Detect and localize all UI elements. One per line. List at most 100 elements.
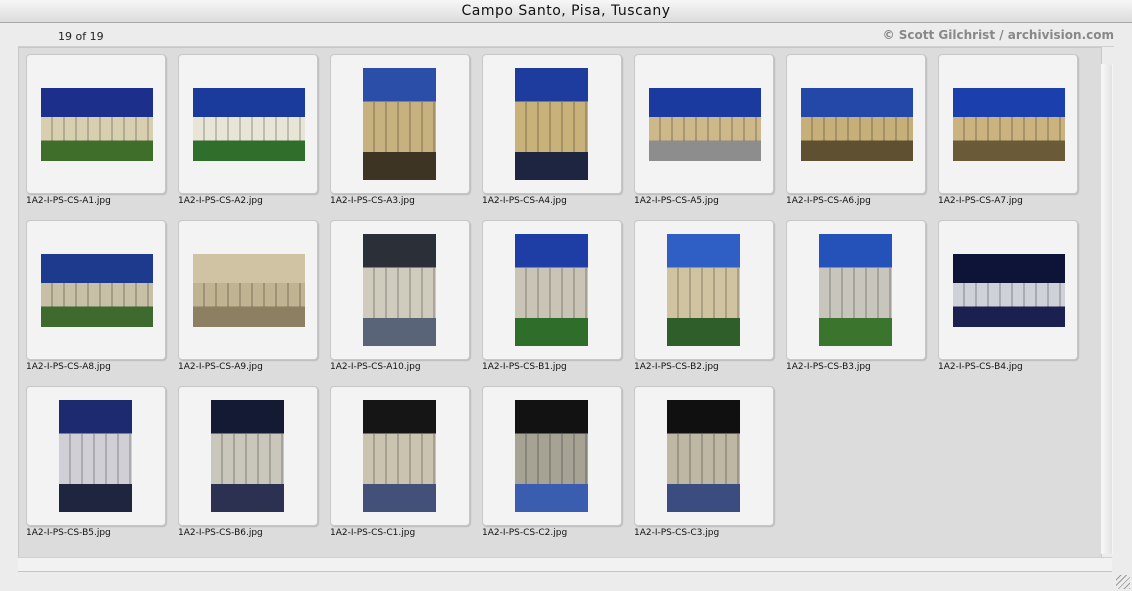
photo-detail — [953, 117, 1065, 141]
thumbnail-image — [59, 400, 132, 512]
thumbnail-filename: 1A2-I-PS-CS-B5.jpg — [26, 528, 111, 538]
thumbnail-item[interactable]: 1A2-I-PS-CS-B6.jpg — [178, 386, 318, 541]
thumbnail-image — [363, 68, 436, 180]
thumbnail-item[interactable]: 1A2-I-PS-CS-A8.jpg — [26, 220, 166, 375]
slide-mount[interactable] — [938, 220, 1078, 360]
photo-detail — [363, 101, 436, 152]
photo-detail — [667, 433, 740, 484]
thumbnail-filename: 1A2-I-PS-CS-A5.jpg — [634, 196, 719, 206]
slide-mount[interactable] — [330, 54, 470, 194]
thumbnail-item[interactable]: 1A2-I-PS-CS-C2.jpg — [482, 386, 622, 541]
photo-detail — [211, 433, 284, 484]
thumbnail-filename: 1A2-I-PS-CS-B2.jpg — [634, 362, 719, 372]
copyright-credit: © Scott Gilchrist / archivision.com — [882, 28, 1114, 42]
thumbnail-image — [953, 88, 1065, 161]
thumbnail-image — [193, 254, 305, 327]
thumbnail-item[interactable]: 1A2-I-PS-CS-B5.jpg — [26, 386, 166, 541]
slide-mount[interactable] — [330, 386, 470, 526]
photo-detail — [801, 117, 913, 141]
thumbnail-item[interactable]: 1A2-I-PS-CS-A9.jpg — [178, 220, 318, 375]
slide-mount[interactable] — [178, 54, 318, 194]
thumbnail-image — [801, 88, 913, 161]
thumbnail-image — [363, 400, 436, 512]
photo-detail — [59, 433, 132, 484]
thumbnail-filename: 1A2-I-PS-CS-C3.jpg — [634, 528, 720, 538]
thumbnail-image — [515, 68, 588, 180]
slide-mount[interactable] — [482, 220, 622, 360]
slide-mount[interactable] — [178, 386, 318, 526]
thumbnail-filename: 1A2-I-PS-CS-A3.jpg — [330, 196, 415, 206]
vertical-scroll-thumb[interactable] — [1102, 64, 1112, 554]
thumbnail-image — [819, 234, 892, 346]
slide-mount[interactable] — [26, 54, 166, 194]
photo-detail — [515, 433, 588, 484]
slide-mount[interactable] — [26, 220, 166, 360]
photo-detail — [953, 283, 1065, 307]
slide-mount[interactable] — [482, 54, 622, 194]
thumbnail-image — [363, 234, 436, 346]
thumbnail-item[interactable]: 1A2-I-PS-CS-A2.jpg — [178, 54, 318, 209]
resize-grip-icon[interactable] — [1116, 575, 1130, 589]
thumbnail-item[interactable]: 1A2-I-PS-CS-B3.jpg — [786, 220, 926, 375]
photo-detail — [193, 117, 305, 141]
image-counter: 19 of 19 — [58, 30, 104, 43]
photo-detail — [193, 283, 305, 307]
thumbnail-filename: 1A2-I-PS-CS-B4.jpg — [938, 362, 1023, 372]
thumbnail-image — [649, 88, 761, 161]
photo-detail — [667, 267, 740, 318]
thumbnail-filename: 1A2-I-PS-CS-A10.jpg — [330, 362, 421, 372]
thumbnail-item[interactable]: 1A2-I-PS-CS-A10.jpg — [330, 220, 470, 375]
thumbnail-item[interactable]: 1A2-I-PS-CS-A3.jpg — [330, 54, 470, 209]
photo-detail — [819, 267, 892, 318]
thumbnail-filename: 1A2-I-PS-CS-B6.jpg — [178, 528, 263, 538]
thumbnail-item[interactable]: 1A2-I-PS-CS-A4.jpg — [482, 54, 622, 209]
thumbnail-item[interactable]: 1A2-I-PS-CS-A7.jpg — [938, 54, 1078, 209]
thumbnail-image — [515, 234, 588, 346]
window-title: Campo Santo, Pisa, Tuscany — [461, 3, 671, 19]
thumbnail-filename: 1A2-I-PS-CS-A4.jpg — [482, 196, 567, 206]
thumbnail-image — [193, 88, 305, 161]
thumbnail-item[interactable]: 1A2-I-PS-CS-B4.jpg — [938, 220, 1078, 375]
thumbnail-filename: 1A2-I-PS-CS-A6.jpg — [786, 196, 871, 206]
thumbnail-filename: 1A2-I-PS-CS-A9.jpg — [178, 362, 263, 372]
thumbnail-item[interactable]: 1A2-I-PS-CS-A6.jpg — [786, 54, 926, 209]
slide-mount[interactable] — [634, 54, 774, 194]
thumbnail-filename: 1A2-I-PS-CS-A2.jpg — [178, 196, 263, 206]
photo-detail — [649, 117, 761, 141]
thumbnail-item[interactable]: 1A2-I-PS-CS-A5.jpg — [634, 54, 774, 209]
thumbnail-item[interactable]: 1A2-I-PS-CS-B2.jpg — [634, 220, 774, 375]
thumbnail-item[interactable]: 1A2-I-PS-CS-C1.jpg — [330, 386, 470, 541]
thumbnail-item[interactable]: 1A2-I-PS-CS-C3.jpg — [634, 386, 774, 541]
thumbnail-item[interactable]: 1A2-I-PS-CS-B1.jpg — [482, 220, 622, 375]
thumbnail-filename: 1A2-I-PS-CS-C2.jpg — [482, 528, 568, 538]
thumbnail-image — [953, 254, 1065, 327]
slide-mount[interactable] — [178, 220, 318, 360]
photo-detail — [515, 101, 588, 152]
slide-mount[interactable] — [634, 386, 774, 526]
photo-detail — [41, 117, 153, 141]
thumbnail-image — [41, 254, 153, 327]
slide-mount[interactable] — [786, 220, 926, 360]
thumbnail-image — [667, 234, 740, 346]
slide-mount[interactable] — [26, 386, 166, 526]
photo-detail — [363, 267, 436, 318]
photo-detail — [515, 267, 588, 318]
slide-mount[interactable] — [938, 54, 1078, 194]
slide-mount[interactable] — [786, 54, 926, 194]
thumbnail-image — [515, 400, 588, 512]
slide-mount[interactable] — [330, 220, 470, 360]
slide-mount[interactable] — [634, 220, 774, 360]
toolbar: 19 of 19 © Scott Gilchrist / archivision… — [18, 24, 1114, 47]
window-title-bar[interactable]: Campo Santo, Pisa, Tuscany — [0, 0, 1132, 23]
slide-mount[interactable] — [482, 386, 622, 526]
photo-detail — [41, 283, 153, 307]
photo-detail — [363, 433, 436, 484]
horizontal-scrollbar[interactable] — [18, 557, 1112, 572]
vertical-scrollbar[interactable] — [1100, 64, 1113, 554]
thumbnail-filename: 1A2-I-PS-CS-A1.jpg — [26, 196, 111, 206]
thumbnail-item[interactable]: 1A2-I-PS-CS-A1.jpg — [26, 54, 166, 209]
thumbnail-image — [211, 400, 284, 512]
thumbnail-filename: 1A2-I-PS-CS-A8.jpg — [26, 362, 111, 372]
thumbnail-filename: 1A2-I-PS-CS-B3.jpg — [786, 362, 871, 372]
thumbnail-filename: 1A2-I-PS-CS-C1.jpg — [330, 528, 416, 538]
